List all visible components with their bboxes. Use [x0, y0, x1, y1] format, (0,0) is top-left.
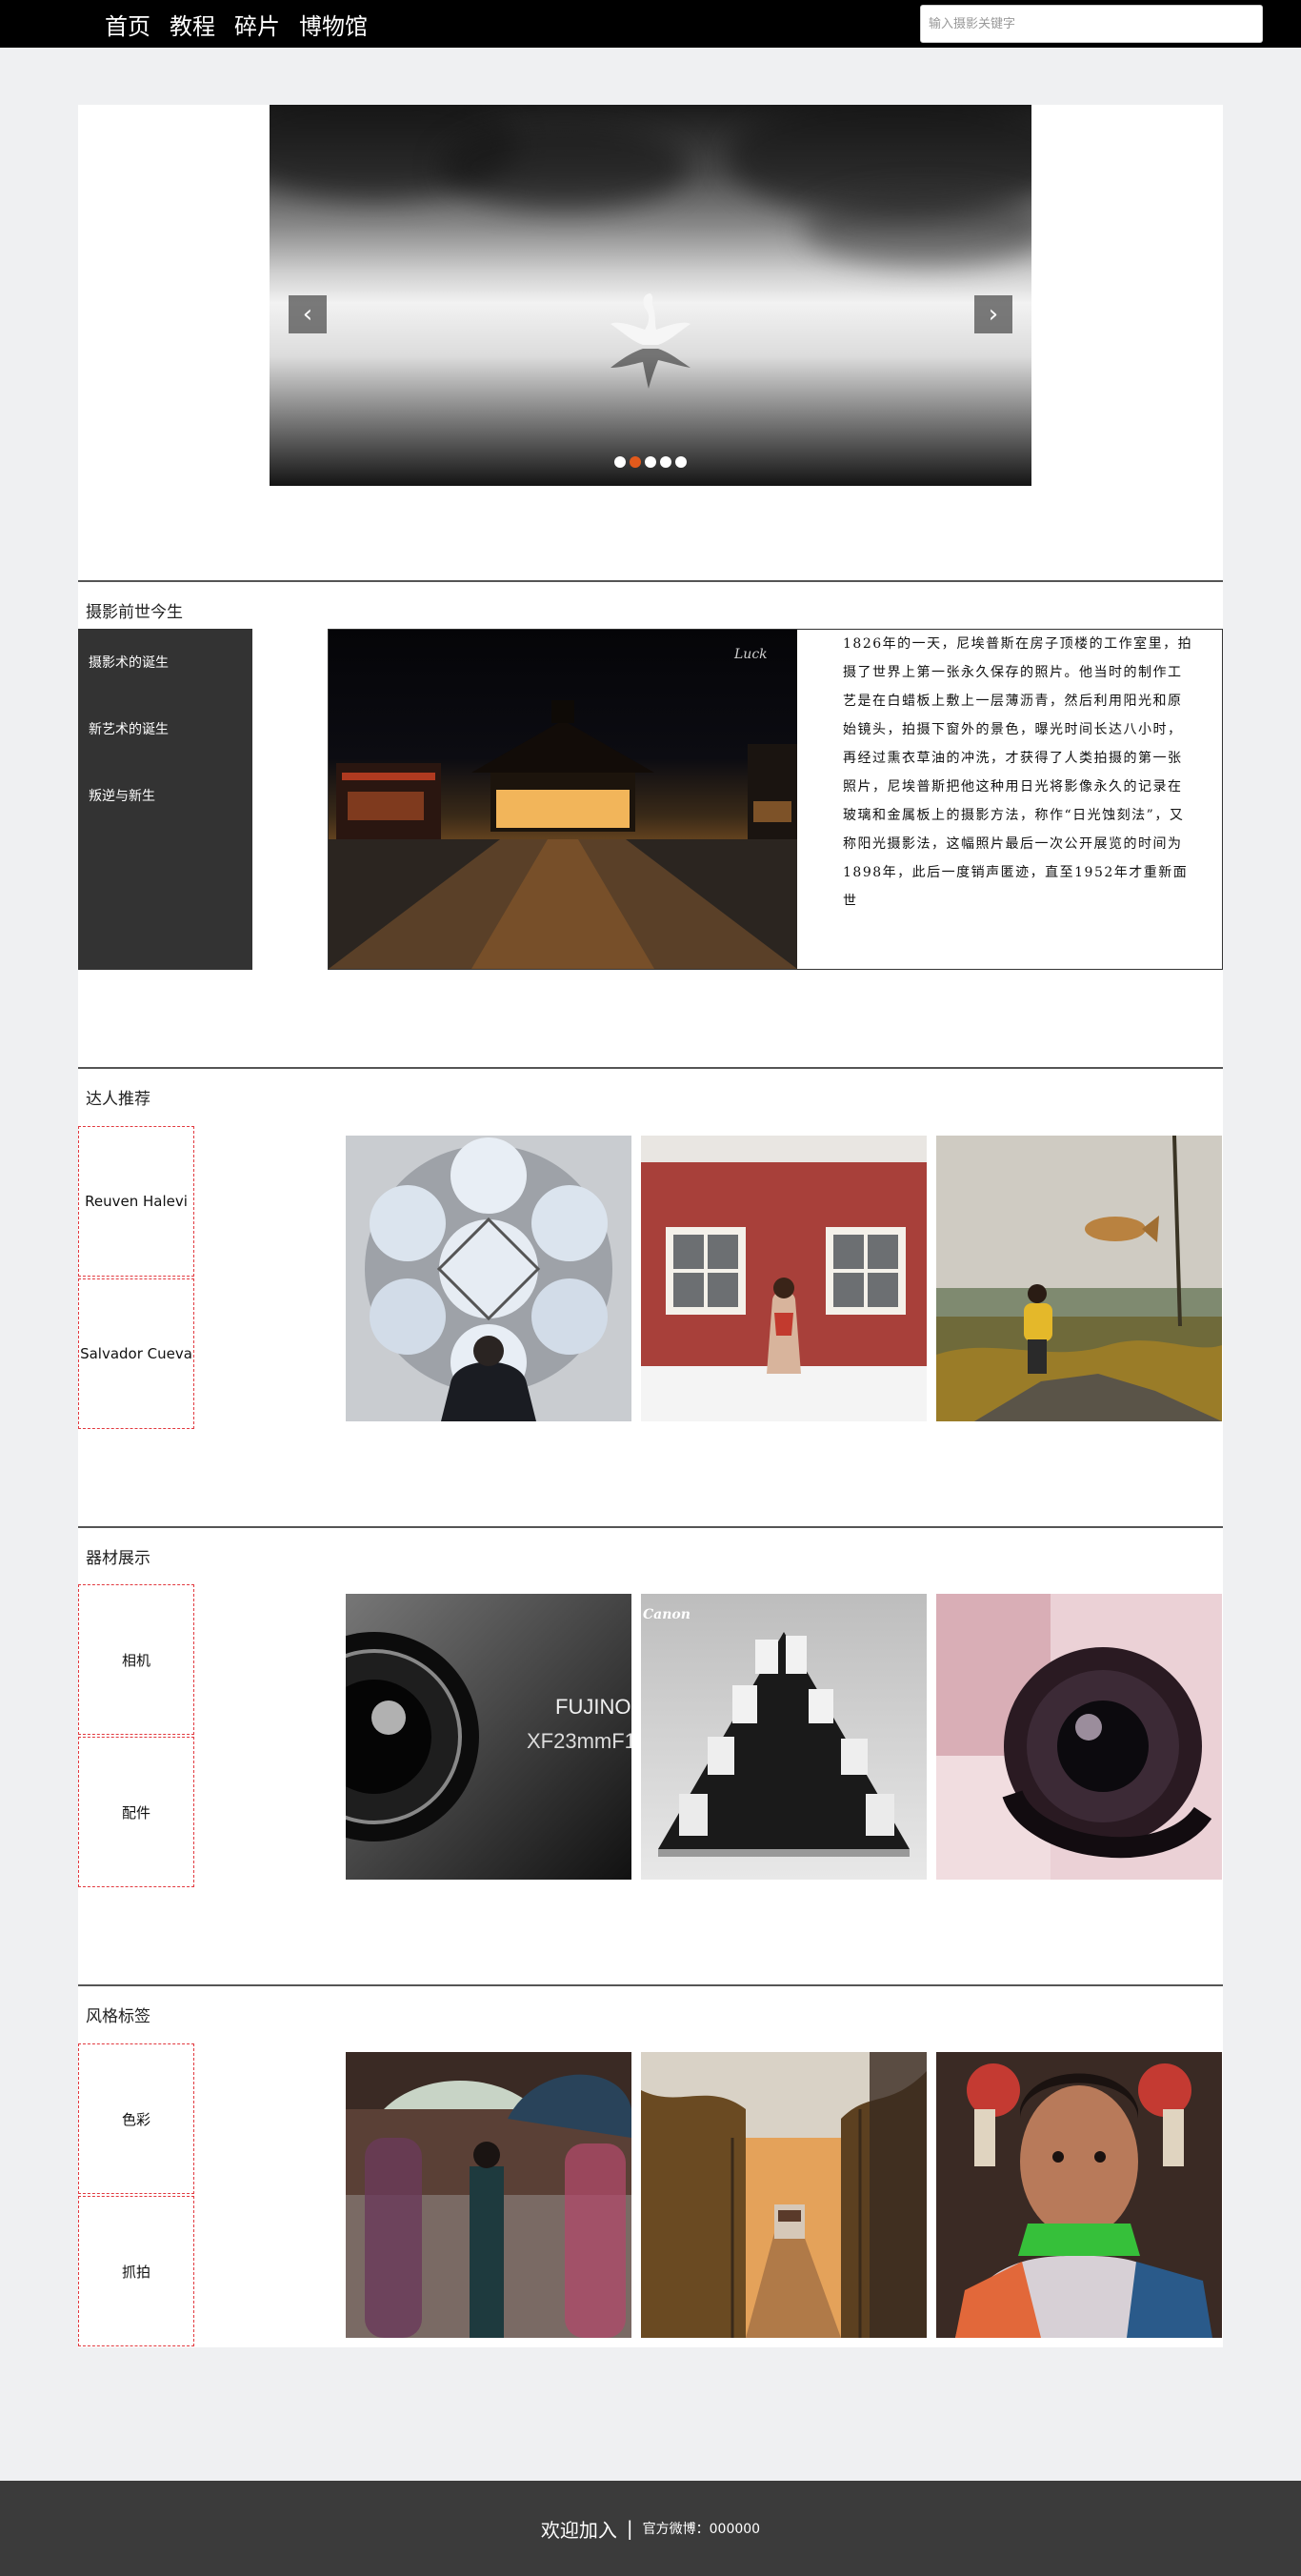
nav-link-fragments[interactable]: 碎片 [234, 8, 280, 41]
hero-carousel[interactable]: ‹ › [270, 105, 1031, 486]
experts-section-title: 达人推荐 [86, 1090, 150, 1109]
style-photo-umbrellas[interactable] [346, 2052, 631, 2338]
canon-logo-label: Canon [643, 1607, 691, 1622]
carousel-dot[interactable] [675, 456, 687, 468]
expert-photo-floating-fish[interactable] [936, 1136, 1222, 1421]
nav-link-tutorial[interactable]: 教程 [170, 8, 215, 41]
expert-button-salvador[interactable]: Salvador Cueva [78, 1278, 194, 1429]
carousel-indicators [612, 456, 689, 468]
history-menu-item-new-art[interactable]: 新艺术的诞生 [78, 707, 252, 774]
section-divider [78, 1984, 1223, 1986]
history-section-title: 摄影前世今生 [86, 603, 183, 622]
section-divider [78, 1526, 1223, 1528]
gear-button-camera[interactable]: 相机 [78, 1584, 194, 1735]
carousel-cloud [441, 124, 689, 210]
expert-button-reuven[interactable]: Reuven Halevi [78, 1126, 194, 1277]
gear-photo-fujinon-lens[interactable]: FUJINON XF23mmF1.4 [346, 1594, 631, 1880]
nav-link-museum[interactable]: 博物馆 [299, 8, 368, 41]
temple-night-photo: Luck [329, 630, 797, 969]
style-photo-portrait[interactable] [936, 2052, 1222, 2338]
style-section-title: 风格标签 [86, 2007, 150, 2026]
style-button-color[interactable]: 色彩 [78, 2043, 194, 2194]
carousel-prev-button[interactable]: ‹ [289, 295, 327, 333]
history-menu-item-rebel[interactable]: 叛逆与新生 [78, 774, 252, 840]
search-input[interactable] [920, 5, 1263, 43]
gear-section-title: 器材展示 [86, 1549, 150, 1568]
swan-image [610, 293, 691, 389]
gear-button-accessories[interactable]: 配件 [78, 1737, 194, 1887]
site-footer: 欢迎加入 | 官方微博：000000 [0, 2481, 1301, 2576]
history-menu-item-birth[interactable]: 摄影术的诞生 [78, 640, 252, 707]
footer-separator: | [626, 2517, 633, 2540]
lens-model-label: XF23mmF1.4 [527, 1729, 631, 1753]
section-divider [78, 580, 1223, 582]
carousel-dot[interactable] [614, 456, 626, 468]
gear-photo-canon-lens-pyramid[interactable]: Canon [641, 1594, 927, 1880]
style-photo-railway-tram[interactable] [641, 2052, 927, 2338]
style-button-snapshot[interactable]: 抓拍 [78, 2196, 194, 2346]
carousel-dot[interactable] [645, 456, 656, 468]
signature-watermark: Luck [733, 647, 768, 662]
history-content-box: Luck 1826年的一天，尼埃普斯在房子顶楼的工作室里，拍摄了世界上第一张永久… [328, 629, 1223, 970]
fujinon-label: FUJINON [555, 1695, 631, 1719]
footer-weibo: 官方微博：000000 [642, 2522, 761, 2537]
gear-photo-wide-lens[interactable] [936, 1594, 1222, 1880]
section-divider [78, 1067, 1223, 1069]
carousel-dot-active[interactable] [630, 456, 641, 468]
nav-link-home[interactable]: 首页 [105, 8, 150, 41]
expert-photo-round-window[interactable] [346, 1136, 631, 1421]
history-menu: 摄影术的诞生 新艺术的诞生 叛逆与新生 [78, 629, 252, 970]
temple-illustration: Luck [329, 647, 797, 969]
expert-photo-red-wall[interactable] [641, 1136, 927, 1421]
nav-links: 首页 教程 碎片 博物馆 [105, 0, 387, 48]
footer-join-link[interactable]: 欢迎加入 [541, 2515, 617, 2543]
carousel-next-button[interactable]: › [974, 295, 1012, 333]
carousel-dot[interactable] [660, 456, 671, 468]
top-nav-bar: 首页 教程 碎片 博物馆 [0, 0, 1301, 48]
carousel-cloud [803, 191, 1031, 267]
history-text: 1826年的一天，尼埃普斯在房子顶楼的工作室里，拍摄了世界上第一张永久保存的照片… [843, 636, 1193, 909]
